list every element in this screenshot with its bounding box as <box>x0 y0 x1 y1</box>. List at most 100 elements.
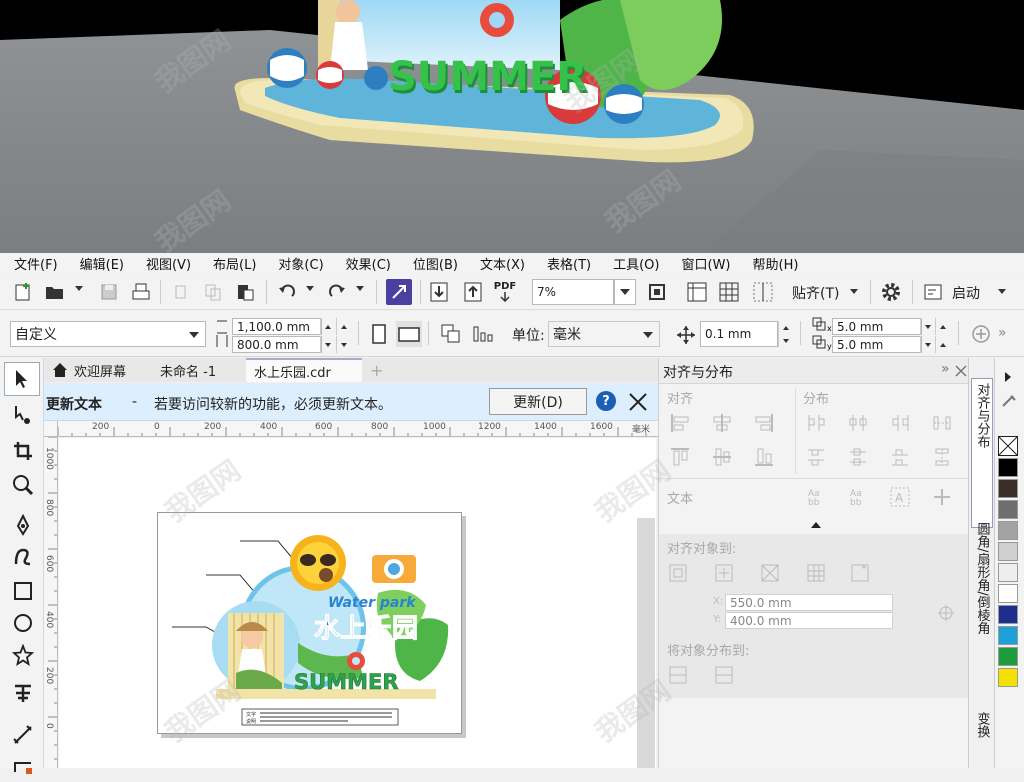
color-swatch[interactable] <box>998 605 1018 624</box>
menu-view[interactable]: 视图(V) <box>146 254 191 273</box>
menu-tools[interactable]: 工具(O) <box>613 254 659 273</box>
duplicate-x-stepper-2[interactable] <box>935 318 949 335</box>
no-color-swatch[interactable] <box>998 436 1018 456</box>
color-swatch[interactable] <box>998 521 1018 540</box>
duplicate-y-stepper-2[interactable] <box>935 336 949 353</box>
text-first-line-baseline-icon[interactable]: Aabb <box>805 486 827 508</box>
collapse-arrow-icon[interactable] <box>811 522 821 528</box>
tab-align-distribute[interactable]: 对齐与分布 <box>971 378 993 528</box>
vertical-scrollbar[interactable] <box>637 518 655 768</box>
color-swatch[interactable] <box>998 647 1018 666</box>
undo-dropdown-caret[interactable] <box>306 286 314 291</box>
show-grid-button[interactable] <box>716 279 742 305</box>
distribute-right-icon[interactable] <box>889 412 911 434</box>
text-last-line-baseline-icon[interactable]: Aabb <box>847 486 869 508</box>
new-tab-button[interactable]: + <box>362 358 383 382</box>
docker-close-icon[interactable] <box>955 365 967 377</box>
align-top-icon[interactable] <box>669 446 691 468</box>
duplicate-y-field[interactable]: 5.0 mm <box>832 336 922 353</box>
options-button[interactable] <box>878 279 904 305</box>
page-width-stepper-2[interactable] <box>336 318 350 335</box>
new-document-button[interactable] <box>10 279 36 305</box>
crop-tool[interactable] <box>8 436 38 466</box>
duplicate-x-field[interactable]: 5.0 mm <box>832 318 922 335</box>
tab-untitled-1[interactable]: 未命名 -1 <box>152 358 246 382</box>
zoom-dropdown-button[interactable] <box>614 279 636 305</box>
align-to-page-center-icon[interactable] <box>759 562 781 584</box>
palette-scroll-up-icon[interactable] <box>1005 372 1011 382</box>
help-icon[interactable]: ? <box>596 391 616 411</box>
distribute-center-icon[interactable] <box>847 412 869 434</box>
color-swatch[interactable] <box>998 458 1018 477</box>
print-button[interactable] <box>128 279 154 305</box>
align-to-y-field[interactable]: 400.0 mm <box>725 612 893 629</box>
show-rulers-button[interactable] <box>684 279 710 305</box>
page-width-field[interactable]: 1,100.0 mm <box>232 318 322 335</box>
artistic-media-tool[interactable] <box>8 542 38 572</box>
text-outline-icon[interactable] <box>931 486 953 508</box>
align-to-active-objects-icon[interactable] <box>667 562 689 584</box>
more-options-icon[interactable]: » <box>998 325 1007 341</box>
tab-transformations[interactable]: 变换 <box>971 708 993 768</box>
align-to-x-field[interactable]: 550.0 mm <box>725 594 893 611</box>
color-swatch[interactable] <box>998 626 1018 645</box>
redo-button[interactable] <box>324 279 350 305</box>
menu-help[interactable]: 帮助(H) <box>753 254 799 273</box>
page-height-stepper[interactable] <box>320 336 334 353</box>
zoom-tool[interactable] <box>8 470 38 500</box>
shape-tool[interactable] <box>8 400 38 430</box>
menu-edit[interactable]: 编辑(E) <box>80 254 124 273</box>
menu-layout[interactable]: 布局(L) <box>213 254 256 273</box>
align-bottom-icon[interactable] <box>753 446 775 468</box>
align-to-page-edge-icon[interactable] <box>713 562 735 584</box>
launcher-dropdown-caret[interactable] <box>998 289 1006 294</box>
ruler-origin-corner[interactable] <box>44 421 58 437</box>
eyedropper-icon[interactable] <box>1001 394 1019 408</box>
snap-to-dropdown[interactable]: 贴齐(T) <box>792 283 839 303</box>
all-pages-button[interactable] <box>438 321 464 347</box>
application-launcher[interactable]: 启动 <box>952 283 980 303</box>
search-content-button[interactable] <box>386 279 412 305</box>
export-button[interactable] <box>460 279 486 305</box>
distribute-spacing-horizontal-icon[interactable] <box>931 412 953 434</box>
color-swatch[interactable] <box>998 479 1018 498</box>
open-dropdown-caret[interactable] <box>75 286 83 291</box>
show-guidelines-button[interactable] <box>750 279 776 305</box>
nudge-distance-stepper[interactable] <box>778 321 792 347</box>
align-right-icon[interactable] <box>753 412 775 434</box>
pick-tool[interactable] <box>4 362 40 396</box>
menu-object[interactable]: 对象(C) <box>278 254 323 273</box>
color-swatch[interactable] <box>998 668 1018 687</box>
text-tool[interactable] <box>8 678 38 708</box>
save-button[interactable] <box>96 279 122 305</box>
align-left-icon[interactable] <box>669 412 691 434</box>
close-icon[interactable] <box>628 392 648 412</box>
menu-bitmaps[interactable]: 位图(B) <box>413 254 458 273</box>
align-center-horizontal-icon[interactable] <box>711 412 733 434</box>
menu-window[interactable]: 窗口(W) <box>682 254 731 273</box>
align-to-grid-icon[interactable] <box>805 562 827 584</box>
artwork-illustration[interactable]: Water park 水上乐园 SUMMER 文字 说明 <box>158 513 463 735</box>
nudge-distance-field[interactable]: 0.1 mm <box>700 321 778 347</box>
page-width-stepper[interactable] <box>320 318 334 335</box>
tab-welcome-screen[interactable]: 欢迎屏幕 <box>44 358 152 382</box>
page-size-dropdown[interactable]: 自定义 <box>10 321 206 347</box>
menu-text[interactable]: 文本(X) <box>480 254 525 273</box>
current-page-button[interactable] <box>470 321 496 347</box>
tab-water-park-cdr[interactable]: 水上乐园.cdr <box>246 358 362 382</box>
full-screen-button[interactable] <box>644 279 670 305</box>
duplicate-y-stepper[interactable] <box>920 336 934 353</box>
update-button[interactable]: 更新(D) <box>489 388 587 415</box>
polygon-tool[interactable] <box>8 640 38 670</box>
connector-tool[interactable] <box>8 752 38 782</box>
target-point-icon[interactable] <box>935 602 957 624</box>
tab-fillet-scallop-chamfer[interactable]: 圆角/扇形角/倒棱角 <box>971 518 993 694</box>
rectangle-tool[interactable] <box>8 576 38 606</box>
distribute-spacing-vertical-icon[interactable] <box>931 446 953 468</box>
color-swatch[interactable] <box>998 542 1018 561</box>
copy-button[interactable] <box>200 279 226 305</box>
landscape-button[interactable] <box>396 321 422 347</box>
application-launcher-icon-button[interactable] <box>920 279 946 305</box>
distribute-bottom-icon[interactable] <box>889 446 911 468</box>
menu-table[interactable]: 表格(T) <box>547 254 591 273</box>
